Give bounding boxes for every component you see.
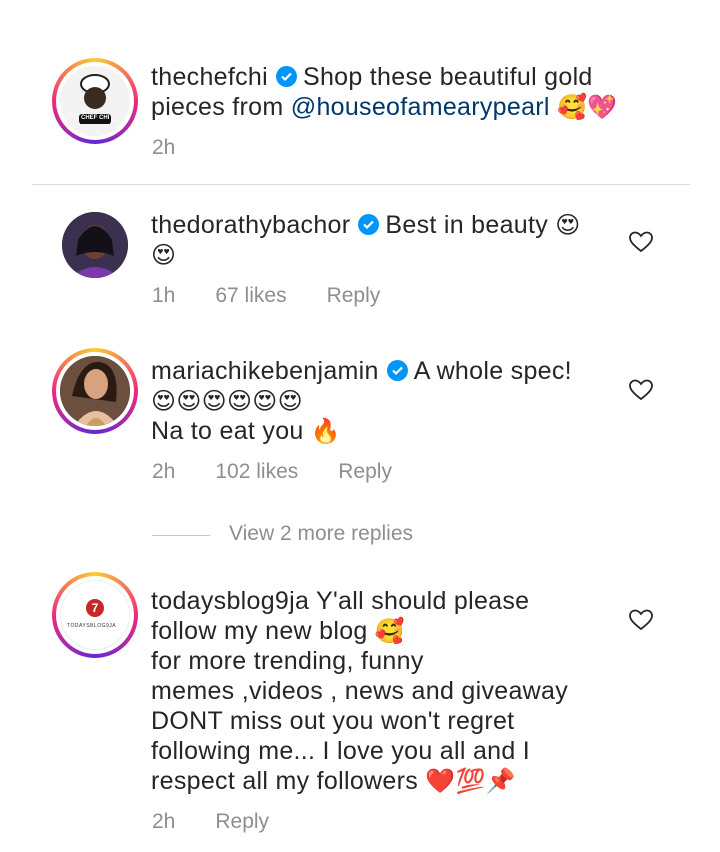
caption-emojis: 🥰💖	[557, 93, 618, 121]
verified-badge-icon	[386, 360, 408, 381]
reply-button[interactable]: Reply	[338, 460, 392, 483]
divider	[32, 184, 690, 185]
timestamp: 2h	[152, 460, 176, 483]
view-replies-line	[152, 535, 210, 536]
username[interactable]: mariachikebenjamin	[151, 357, 379, 385]
comment-text: thedorathybachor Best in beauty 😍 😍	[151, 210, 611, 270]
comment-item: thedorathybachor Best in beauty 😍 😍 1h 67 …	[0, 200, 720, 320]
comment-meta: 2h Reply	[152, 810, 309, 834]
comment-emoji: 🔥	[310, 417, 342, 445]
chef-logo-icon	[79, 74, 111, 124]
like-heart-icon[interactable]	[628, 378, 654, 402]
username[interactable]: thedorathybachor	[151, 211, 350, 239]
comment-emoji: 😍	[555, 211, 581, 239]
mention-link[interactable]: @houseofamearypearl	[291, 93, 550, 121]
view-more-replies-button[interactable]: View 2 more replies	[229, 522, 413, 546]
blog-logo-icon: 7	[86, 599, 104, 617]
timestamp: 1h	[152, 284, 176, 307]
avatar[interactable]: 7 TODAYSBLOG9JA	[60, 580, 130, 650]
comment-body: Na to eat you	[151, 417, 304, 445]
like-heart-icon[interactable]	[628, 230, 654, 254]
timestamp: 2h	[152, 136, 176, 159]
comment-meta: 1h 67 likes Reply	[152, 284, 420, 308]
comment-body: for more trending, funny	[151, 647, 424, 675]
story-ring[interactable]: CHEF CHI	[52, 58, 138, 144]
like-count[interactable]: 102 likes	[215, 460, 298, 483]
comment-body: memes ,videos , news and giveaway	[151, 677, 569, 705]
comment-body: respect all my followers	[151, 767, 419, 795]
comment-text: mariachikebenjamin A whole spec! 😍😍😍😍😍😍 N…	[151, 356, 611, 446]
comment-emojis: ❤️💯📌	[425, 767, 516, 795]
timestamp: 2h	[152, 810, 176, 833]
comment-body: A whole spec!	[413, 357, 572, 385]
like-heart-icon[interactable]	[628, 608, 654, 632]
comment-body: follow my new blog	[151, 617, 368, 645]
username[interactable]: todaysblog9ja	[151, 587, 309, 615]
comment-emojis: 😍😍😍😍😍😍	[151, 387, 303, 415]
comment-item: mariachikebenjamin A whole spec! 😍😍😍😍😍😍 N…	[0, 348, 720, 508]
post-caption: CHEF CHI thechefchi Shop these beautiful …	[0, 0, 720, 185]
comment-body: Best in beauty	[385, 211, 549, 239]
caption-text: thechefchi Shop these beautiful gold piec…	[151, 62, 671, 122]
comment-emoji: 🥰	[374, 617, 406, 645]
avatar[interactable]: CHEF CHI	[60, 66, 130, 136]
avatar-logo-text: CHEF CHI	[81, 115, 110, 121]
caption-meta: 2h	[152, 136, 215, 160]
reply-button[interactable]: Reply	[215, 810, 269, 833]
avatar-logo-text: TODAYSBLOG9JA	[67, 623, 117, 629]
comment-body: following me... I love you all and I	[151, 737, 531, 765]
like-count[interactable]: 67 likes	[215, 284, 286, 307]
story-ring[interactable]: 7 TODAYSBLOG9JA	[52, 572, 138, 658]
username[interactable]: thechefchi	[151, 63, 268, 91]
profile-photo-icon	[60, 356, 130, 426]
comment-emoji: 😍	[151, 241, 177, 269]
profile-photo-icon	[62, 212, 128, 278]
verified-badge-icon	[275, 66, 297, 87]
verified-badge-icon	[358, 214, 380, 235]
comment-body: DONT miss out you won't regret	[151, 707, 515, 735]
avatar[interactable]	[60, 356, 130, 426]
reply-button[interactable]: Reply	[327, 284, 381, 307]
comment-meta: 2h 102 likes Reply	[152, 460, 432, 484]
avatar[interactable]	[62, 212, 128, 278]
story-ring[interactable]	[52, 348, 138, 434]
comment-item: 7 TODAYSBLOG9JA todaysblog9ja Y'all shou…	[0, 572, 720, 852]
comment-text: todaysblog9ja Y'all should please follow…	[151, 586, 621, 796]
comment-body: Y'all should please	[315, 587, 530, 615]
